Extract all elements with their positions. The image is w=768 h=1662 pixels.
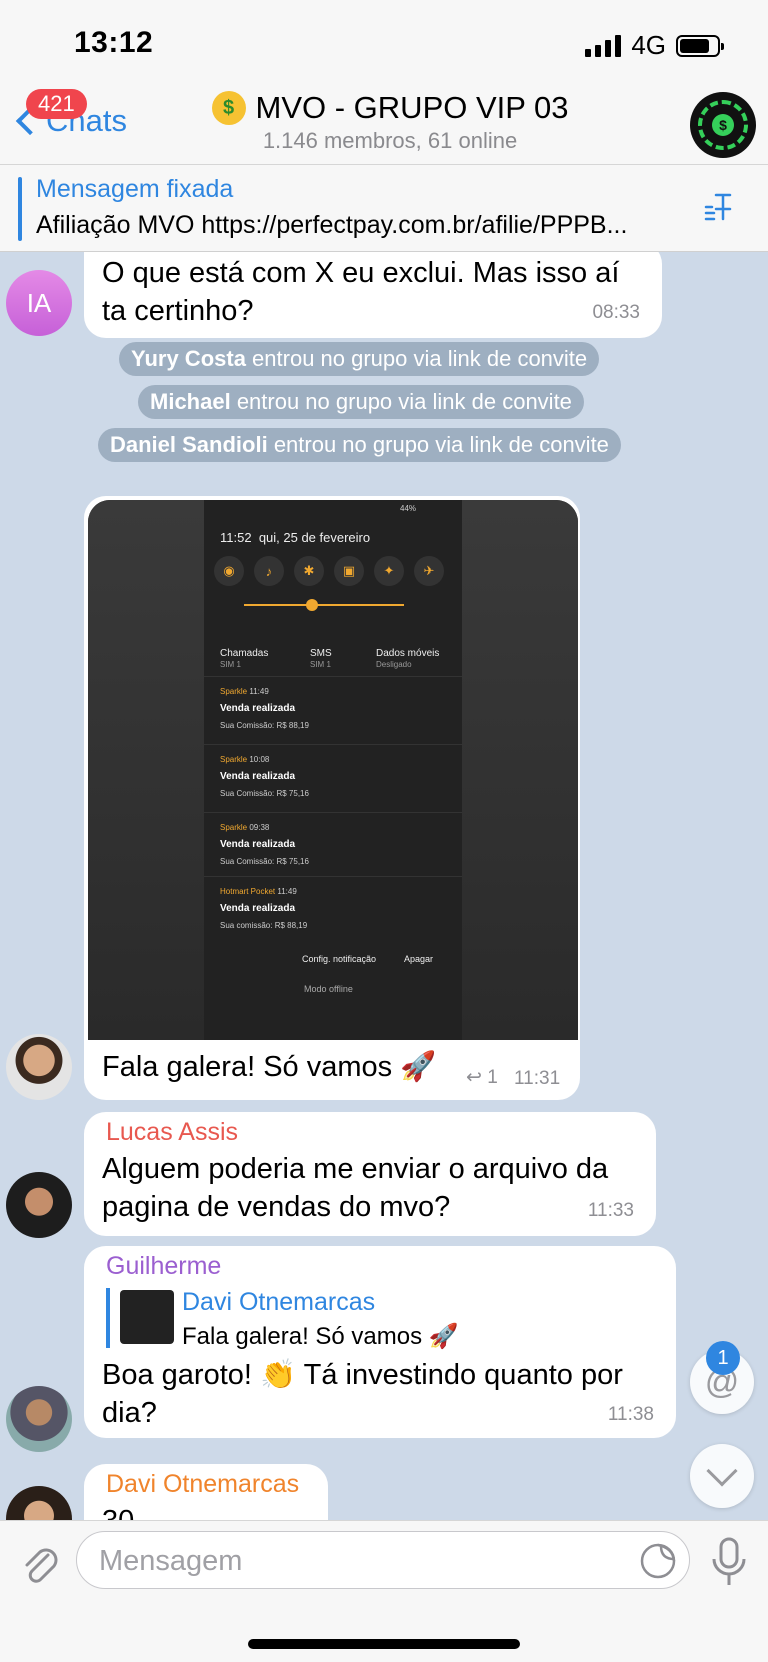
- avatar[interactable]: [6, 1386, 72, 1452]
- reply-count[interactable]: ↩ 1: [466, 1066, 498, 1089]
- message-time: 11:33: [587, 1200, 634, 1221]
- paperclip-icon[interactable]: [18, 1543, 62, 1587]
- message-text: Fala galera! Só vamos 🚀: [102, 1051, 437, 1083]
- system-message: Daniel Sandioli entrou no grupo via link…: [98, 428, 621, 462]
- message-time: 11:38: [607, 1404, 654, 1425]
- message-time: 11:31: [514, 1068, 561, 1089]
- message-text: O que está com X eu exclui. Mas isso aí …: [102, 257, 620, 327]
- avatar[interactable]: IA: [6, 270, 72, 336]
- pin-list-icon[interactable]: [702, 191, 738, 227]
- scroll-down-button[interactable]: [690, 1444, 754, 1508]
- chevron-down-icon: [706, 1455, 738, 1487]
- system-message: Yury Costa entrou no grupo via link de c…: [119, 342, 600, 376]
- sender-name[interactable]: Lucas Assis: [106, 1118, 238, 1147]
- message-bubble[interactable]: O que está com X eu exclui. Mas isso aí …: [84, 252, 662, 338]
- reply-text: Fala galera! Só vamos 🚀: [182, 1323, 459, 1350]
- network-type: 4G: [631, 30, 666, 60]
- composer: [0, 1520, 768, 1662]
- message-bubble[interactable]: Lucas Assis Alguem poderia me enviar o a…: [84, 1112, 656, 1236]
- reply-preview[interactable]: Davi Otnemarcas Fala galera! Só vamos 🚀: [106, 1288, 506, 1350]
- chat-header: Chats 421 $ MVO - GRUPO VIP 03 1.146 mem…: [0, 86, 768, 164]
- pinned-text: Afiliação MVO https://perfectpay.com.br/…: [36, 211, 628, 239]
- message-text: 30: [102, 1502, 134, 1520]
- mentions-badge: 1: [706, 1341, 740, 1375]
- reply-sender: Davi Otnemarcas: [182, 1288, 376, 1316]
- avatar[interactable]: [6, 1172, 72, 1238]
- avatar-initials: IA: [26, 287, 52, 318]
- message-bubble[interactable]: Davi Otnemarcas 30: [84, 1464, 328, 1520]
- sender-name[interactable]: Guilherme: [106, 1252, 221, 1281]
- sender-name[interactable]: Davi Otnemarcas: [106, 1470, 299, 1499]
- message-input-wrapper: [76, 1531, 690, 1589]
- message-list[interactable]: IA O que está com X eu exclui. Mas isso …: [0, 252, 768, 1520]
- system-message: Michael entrou no grupo via link de conv…: [138, 385, 584, 419]
- chat-title-area[interactable]: $ MVO - GRUPO VIP 03 1.146 membros, 61 o…: [200, 90, 580, 154]
- pinned-title: Mensagem fixada: [36, 175, 234, 203]
- photo-attachment[interactable]: 44% 11:52 qui, 25 de fevereiro ◉ ♪ ✱ ▣ ✦ ✈ Ch…: [88, 500, 578, 1040]
- message-time: 08:33: [592, 302, 640, 323]
- reply-arrow-icon: ↩: [466, 1067, 482, 1088]
- battery-icon: [676, 34, 724, 57]
- message-bubble[interactable]: Guilherme Davi Otnemarcas Fala galera! S…: [84, 1246, 676, 1438]
- status-bar: 13:12 4G: [0, 0, 768, 86]
- group-avatar[interactable]: $: [690, 92, 756, 158]
- sticker-icon[interactable]: [639, 1542, 677, 1580]
- status-time: 13:12: [74, 26, 154, 59]
- message-input[interactable]: [99, 1542, 599, 1580]
- avatar[interactable]: [6, 1486, 72, 1520]
- money-face-emoji-icon: $: [211, 91, 246, 125]
- avatar[interactable]: [6, 1034, 72, 1100]
- pinned-message[interactable]: Mensagem fixada Afiliação MVO https://pe…: [0, 164, 768, 252]
- dollar-gear-icon: $: [712, 114, 734, 136]
- chat-subtitle: 1.146 membros, 61 online: [262, 128, 518, 153]
- unread-badge: 421: [26, 89, 87, 119]
- chat-title: MVO - GRUPO VIP 03: [255, 90, 569, 125]
- signal-icon: [585, 34, 622, 57]
- status-indicators: 4G: [585, 30, 724, 61]
- message-text: Boa garoto! 👏 Tá investindo quanto por d…: [102, 1359, 623, 1429]
- home-indicator[interactable]: [248, 1639, 520, 1649]
- reply-thumbnail: [120, 1290, 174, 1344]
- screenshot-notification-panel: 44% 11:52 qui, 25 de fevereiro ◉ ♪ ✱ ▣ ✦ ✈ Ch…: [204, 500, 462, 1040]
- microphone-icon[interactable]: [706, 1535, 752, 1589]
- message-text: Alguem poderia me enviar o arquivo da pa…: [102, 1153, 609, 1223]
